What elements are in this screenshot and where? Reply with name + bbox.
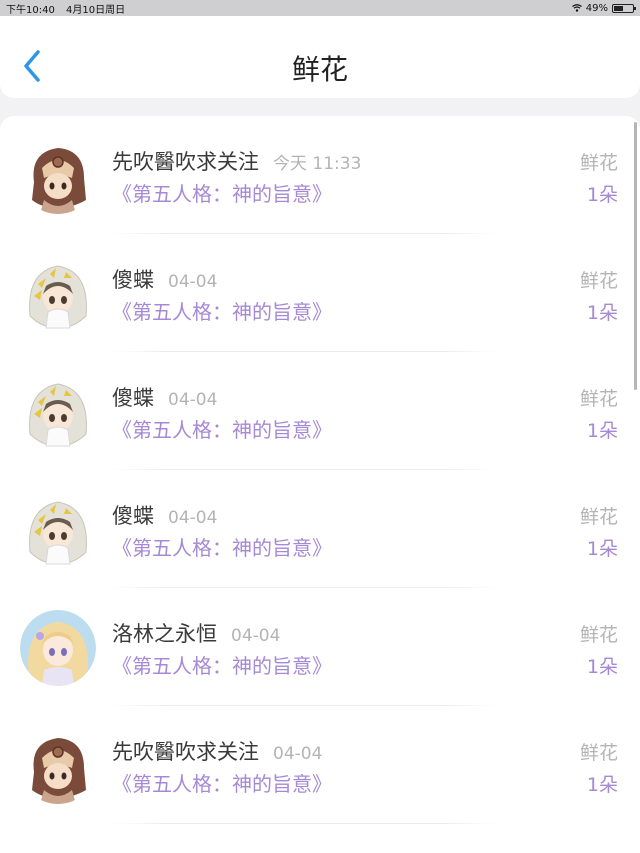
topic-link[interactable]: 《第五人格：神的旨意》	[112, 532, 332, 561]
avatar[interactable]	[20, 610, 96, 686]
page-title: 鲜花	[291, 53, 348, 86]
avatar[interactable]	[20, 374, 96, 450]
user-name[interactable]: 先吹醫吹求关注	[112, 150, 259, 174]
gift-type: 鲜花	[579, 152, 618, 174]
gift-type: 鲜花	[579, 270, 618, 292]
list-item[interactable]: 傻蝶 04-04 《第五人格：神的旨意》 鲜花 1朵	[0, 234, 640, 352]
item-header: 傻蝶 04-04	[112, 500, 217, 530]
timestamp: 04-04	[168, 508, 218, 528]
list-item[interactable]: 傻蝶 04-04 《第五人格：神的旨意》 鲜花 1朵	[0, 470, 640, 588]
topic-link[interactable]: 《第五人格：神的旨意》	[112, 414, 332, 443]
status-bar: 下午10:40 4月10日周日 49%	[0, 0, 640, 16]
timestamp: 04-04	[231, 626, 281, 646]
timestamp: 04-04	[168, 390, 218, 410]
timestamp: 04-04	[168, 272, 218, 292]
user-name[interactable]: 傻蝶	[112, 386, 154, 410]
item-header: 先吹醫吹求关注 04-04	[112, 736, 322, 766]
topic-link[interactable]: 《第五人格：神的旨意》	[112, 296, 332, 325]
list-item[interactable]: 傻蝶 04-04 《第五人格：神的旨意》 鲜花 1朵	[0, 352, 640, 470]
topic-link[interactable]: 《第五人格：神的旨意》	[112, 178, 332, 207]
status-left: 下午10:40 4月10日周日	[6, 1, 133, 16]
user-name[interactable]: 傻蝶	[112, 504, 154, 528]
item-header: 洛林之永恒 04-04	[112, 618, 280, 648]
list-item[interactable]: 先吹醫吹求关注 今天 11:33 《第五人格：神的旨意》 鲜花 1朵	[0, 116, 640, 234]
user-name[interactable]: 先吹醫吹求关注	[112, 740, 259, 764]
status-right: 49%	[571, 2, 636, 14]
gift-type: 鲜花	[579, 506, 618, 528]
gift-count: 1朵	[586, 774, 618, 796]
timestamp: 今天 11:33	[273, 154, 362, 174]
gift-count: 1朵	[586, 184, 618, 206]
gift-type: 鲜花	[579, 388, 618, 410]
divider	[110, 823, 500, 824]
battery-icon	[612, 3, 636, 13]
item-header: 傻蝶 04-04	[112, 382, 217, 412]
flower-list[interactable]: 先吹醫吹求关注 今天 11:33 《第五人格：神的旨意》 鲜花 1朵 傻蝶 04-04 《第五…	[0, 116, 640, 853]
list-item[interactable]: 先吹醫吹求关注 04-04 《第五人格：神的旨意》 鲜花 1朵	[0, 706, 640, 824]
avatar[interactable]	[20, 256, 96, 332]
topic-link[interactable]: 《第五人格：神的旨意》	[112, 650, 332, 679]
item-header: 先吹醫吹求关注 今天 11:33	[112, 146, 361, 176]
navigation-bar: 鲜花	[0, 16, 640, 98]
gift-count: 1朵	[586, 538, 618, 560]
timestamp: 04-04	[273, 744, 323, 764]
status-time: 下午10:40	[6, 4, 55, 16]
gift-type: 鲜花	[579, 742, 618, 764]
battery-fill	[614, 5, 623, 11]
item-header: 傻蝶 04-04	[112, 264, 217, 294]
gift-count: 1朵	[586, 302, 618, 324]
battery-percent: 49%	[585, 2, 608, 14]
user-name[interactable]: 洛林之永恒	[112, 622, 217, 646]
gift-type: 鲜花	[579, 624, 618, 646]
topic-link[interactable]: 《第五人格：神的旨意》	[112, 768, 332, 797]
gift-count: 1朵	[586, 656, 618, 678]
avatar[interactable]	[20, 138, 96, 214]
list-item[interactable]: 洛林之永恒 04-04 《第五人格：神的旨意》 鲜花 1朵	[0, 588, 640, 706]
status-date: 4月10日周日	[66, 4, 126, 16]
avatar[interactable]	[20, 492, 96, 568]
wifi-icon	[571, 4, 582, 12]
avatar[interactable]	[20, 728, 96, 804]
user-name[interactable]: 傻蝶	[112, 268, 154, 292]
gift-count: 1朵	[586, 420, 618, 442]
